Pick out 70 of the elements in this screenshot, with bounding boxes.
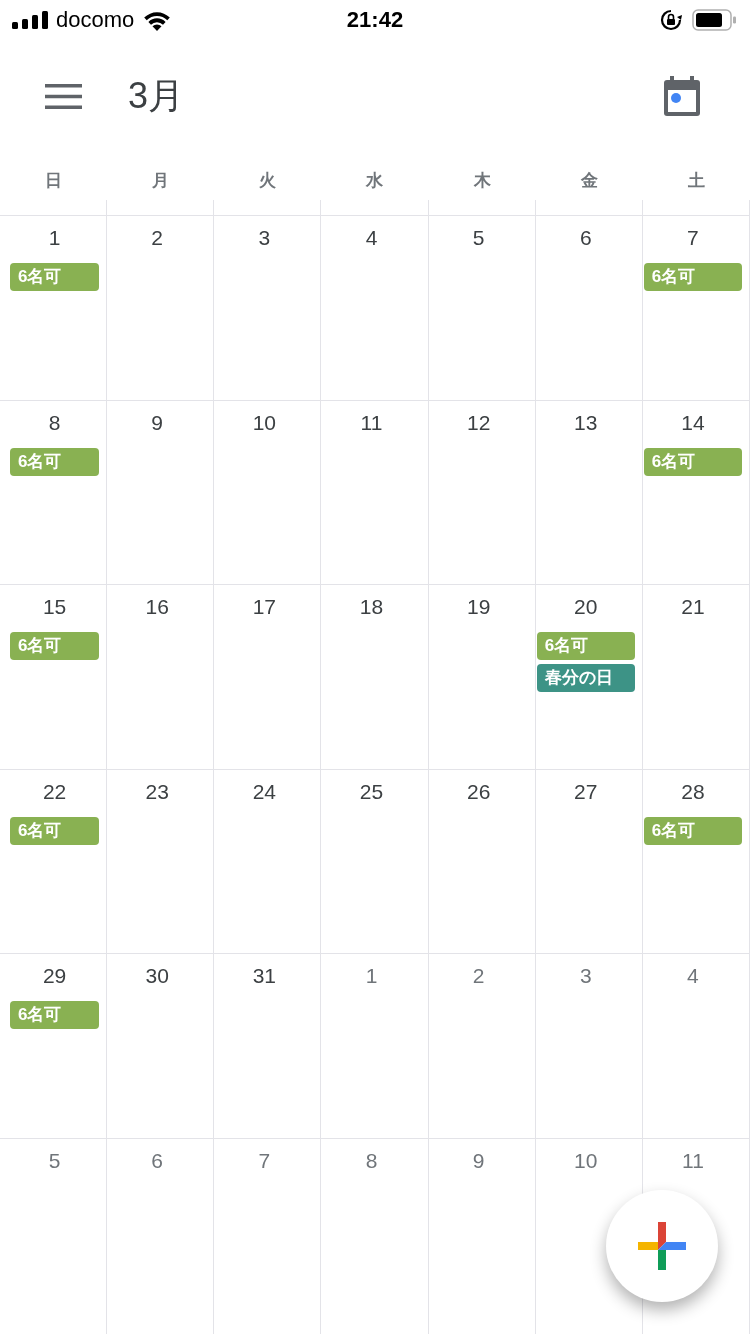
add-button[interactable]: [606, 1190, 718, 1302]
day-number: 11: [682, 1148, 704, 1173]
event-chip[interactable]: 6名可: [10, 263, 100, 291]
status-time: 21:42: [346, 7, 404, 33]
day-number: 22: [42, 779, 67, 804]
day-number: 14: [681, 410, 705, 435]
weekday-label: 土: [687, 170, 705, 192]
day-number: 3: [258, 226, 271, 250]
day-number: 29: [42, 964, 67, 988]
weekday-label: 日: [45, 170, 63, 192]
day-number: 8: [48, 410, 61, 435]
month-title: 3月: [128, 75, 185, 117]
plus-icon: [638, 1222, 686, 1270]
day-number: 28: [681, 779, 705, 804]
menu-icon[interactable]: [45, 83, 82, 109]
weekday-label: 月: [152, 170, 170, 192]
day-number: 21: [681, 595, 705, 619]
day-number: 7: [687, 226, 699, 250]
day-number: 6: [579, 226, 592, 250]
day-number: 5: [472, 226, 485, 250]
day-number: 10: [574, 1148, 598, 1173]
day-number: 4: [365, 226, 378, 250]
day-number: 23: [145, 779, 169, 804]
day-number: 27: [574, 779, 598, 804]
day-number: 13: [574, 410, 598, 435]
day-number: 31: [252, 964, 277, 988]
event-chip[interactable]: 6名可: [643, 816, 742, 845]
day-number: 1: [365, 964, 378, 988]
day-number: 15: [42, 595, 67, 619]
day-number: 26: [466, 779, 491, 804]
event-chip[interactable]: 6名可: [10, 816, 100, 845]
wifi-icon: [142, 9, 173, 31]
day-number: 17: [252, 595, 277, 619]
day-number: 11: [360, 410, 383, 435]
day-number: 16: [145, 595, 169, 619]
weekday-label: 火: [259, 170, 277, 192]
day-number: 30: [145, 964, 169, 988]
event-chip[interactable]: 春分の日: [536, 664, 635, 692]
day-number: 2: [472, 964, 485, 988]
event-chip[interactable]: 6名可: [10, 447, 100, 476]
day-number: 24: [252, 779, 277, 804]
battery-icon: [692, 9, 736, 31]
day-number: 2: [151, 226, 164, 250]
rotation-lock-icon: [660, 9, 682, 31]
day-number: 7: [258, 1148, 271, 1173]
event-chip[interactable]: 6名可: [536, 632, 635, 660]
event-chip[interactable]: 6名可: [10, 1001, 100, 1029]
day-number: 10: [252, 410, 277, 435]
day-number: 1: [48, 226, 61, 250]
day-number: 3: [579, 964, 592, 988]
day-number: 5: [48, 1148, 61, 1173]
carrier-name: docomo: [56, 7, 135, 33]
day-number: 12: [466, 410, 491, 435]
day-number: 6: [151, 1148, 164, 1173]
day-number: 19: [466, 595, 491, 619]
weekday-label: 木: [473, 170, 491, 192]
calendar-icon[interactable]: [664, 76, 700, 116]
weekday-label: 金: [580, 170, 598, 192]
event-chip[interactable]: 6名可: [10, 632, 100, 660]
day-number: 18: [359, 595, 384, 619]
day-number: 8: [365, 1148, 378, 1173]
day-number: 20: [574, 595, 598, 619]
event-chip[interactable]: 6名可: [643, 447, 742, 476]
weekday-label: 水: [366, 170, 384, 192]
day-number: 9: [472, 1148, 485, 1173]
day-number: 4: [687, 964, 699, 988]
event-chip[interactable]: 6名可: [643, 263, 742, 291]
day-number: 25: [359, 779, 384, 804]
day-number: 9: [151, 410, 164, 435]
signal-icon: [12, 11, 48, 29]
